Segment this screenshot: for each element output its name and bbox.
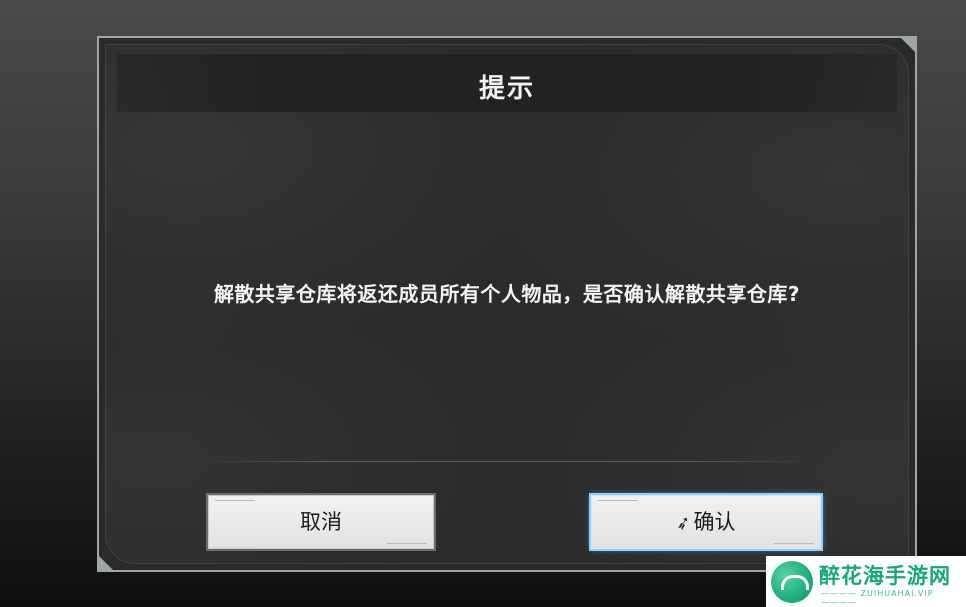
confirm-button-label: 确认 xyxy=(693,510,736,534)
corner-decoration xyxy=(899,36,917,54)
corner-decoration xyxy=(97,554,115,572)
watermark-subtitle: ———— ZUIHUAHAI.VIP ———— xyxy=(821,589,934,607)
dialog-message: 解散共享仓库将返还成员所有个人物品，是否确认解散共享仓库? xyxy=(213,282,801,306)
cancel-button[interactable]: 取消 xyxy=(206,493,436,551)
button-decoration xyxy=(215,500,255,501)
watermark-title: 醉花海手游网 xyxy=(819,564,951,588)
dialog-title-bar: 提示 xyxy=(117,54,897,112)
dialog-divider xyxy=(200,461,814,462)
button-decoration xyxy=(387,543,427,544)
confirm-button[interactable]: ➶确认 xyxy=(589,493,823,551)
site-watermark: 醉花海手游网 ———— ZUIHUAHAI.VIP ———— xyxy=(766,556,966,607)
button-decoration xyxy=(598,500,638,501)
confirm-dialog: 提示 解散共享仓库将返还成员所有个人物品，是否确认解散共享仓库? 取消 ➶确认 xyxy=(97,36,917,572)
watermark-logo-icon xyxy=(771,561,813,603)
dialog-panel: 提示 解散共享仓库将返还成员所有个人物品，是否确认解散共享仓库? 取消 ➶确认 xyxy=(105,44,909,564)
dialog-title: 提示 xyxy=(478,74,535,104)
cancel-button-label: 取消 xyxy=(300,510,342,534)
button-decoration xyxy=(774,543,814,544)
